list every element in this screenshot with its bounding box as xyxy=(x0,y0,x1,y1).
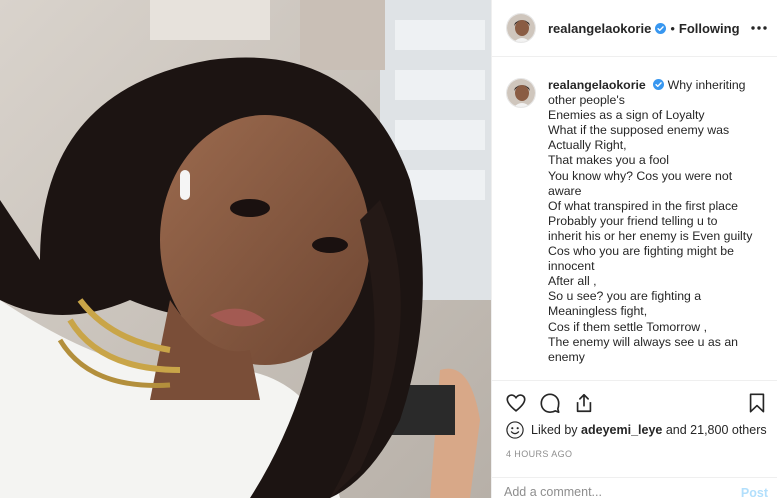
share-icon[interactable] xyxy=(573,392,595,414)
avatar-image xyxy=(507,79,535,107)
bookmark-icon[interactable] xyxy=(746,392,768,414)
post-comment-button[interactable]: Post xyxy=(741,486,768,498)
liked-by-user[interactable]: adeyemi_leye xyxy=(581,423,662,437)
post-timestamp[interactable]: 4 HOURS AGO xyxy=(506,449,572,459)
heart-icon[interactable] xyxy=(505,392,527,414)
caption-line: aware xyxy=(548,183,582,198)
caption-line: After all , xyxy=(548,274,597,289)
liked-by-avatar-icon[interactable] xyxy=(506,421,524,439)
caption-line: innocent xyxy=(548,259,595,274)
caption-line: That makes you a fool xyxy=(548,153,669,168)
comment-input[interactable] xyxy=(504,485,724,498)
following-button[interactable]: Following xyxy=(679,21,740,36)
caption-line: What if the supposed enemy was xyxy=(548,123,730,138)
caption-line: The enemy will always see u as an xyxy=(548,334,739,349)
caption-line: Of what transpired in the first place xyxy=(548,198,739,213)
likes-prefix: Liked by xyxy=(531,423,578,437)
caption-line: Cos who you are fighting might be xyxy=(548,244,734,259)
post-details-panel: realangelaokorie • Following realangelao… xyxy=(491,0,777,498)
comment-icon[interactable] xyxy=(539,392,561,414)
caption-text: realangelaokorie Why inheriting other pe… xyxy=(548,78,764,380)
likes-count[interactable]: and 21,800 others xyxy=(666,423,767,437)
caption-line: You know why? Cos you were not xyxy=(548,168,733,183)
avatar[interactable] xyxy=(506,13,536,43)
post-photo[interactable] xyxy=(0,0,491,498)
caption-username[interactable]: realangelaokorie xyxy=(548,78,646,92)
likes-summary: Liked by adeyemi_leye and 21,800 others xyxy=(506,421,767,439)
caption-line: Cos if them settle Tomorrow , xyxy=(548,319,708,334)
verified-badge-icon xyxy=(653,79,665,90)
caption-line: Why inheriting xyxy=(667,78,746,92)
caption-line: enemy xyxy=(548,349,585,364)
avatar-image xyxy=(507,14,535,42)
caption-line: Actually Right, xyxy=(548,138,627,153)
action-bar xyxy=(492,380,777,424)
caption-line: inherit his or her enemy is Even guilty xyxy=(548,228,753,243)
caption-avatar[interactable] xyxy=(506,78,536,108)
post-header: realangelaokorie • Following xyxy=(492,0,777,57)
separator-dot: • xyxy=(670,20,675,36)
selfie-photo-image xyxy=(0,0,491,498)
more-options-icon[interactable] xyxy=(750,19,768,37)
caption-line: Probably your friend telling u to xyxy=(548,213,718,228)
caption-line: other people's xyxy=(548,93,625,108)
comment-bar: Post xyxy=(492,477,777,498)
caption-line: Enemies as a sign of Loyalty xyxy=(548,108,705,123)
header-username[interactable]: realangelaokorie xyxy=(548,21,651,36)
caption-section: realangelaokorie Why inheriting other pe… xyxy=(492,58,777,380)
caption-line: Meaningless fight, xyxy=(548,304,648,319)
verified-badge-icon xyxy=(655,22,667,34)
caption-line: So u see? you are fighting a xyxy=(548,289,702,304)
